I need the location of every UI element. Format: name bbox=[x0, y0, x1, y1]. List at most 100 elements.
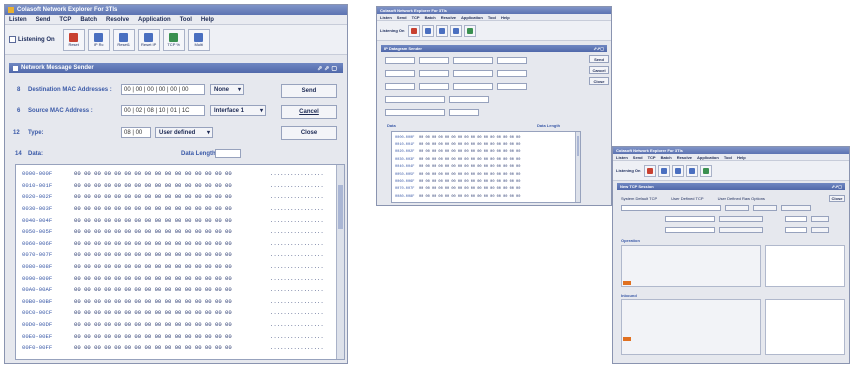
table-row[interactable]: 0060-006F 00 00 00 00 00 00 00 00 00 00 0… bbox=[395, 178, 580, 185]
menu-application[interactable]: Application bbox=[138, 17, 171, 23]
option-system-default[interactable]: System Default TCP bbox=[621, 196, 657, 201]
multi-tool-button[interactable]: Multi bbox=[187, 28, 210, 51]
menu-tcp[interactable]: TCP bbox=[59, 17, 71, 23]
listening-toggle-label[interactable]: Listening On bbox=[380, 28, 404, 33]
send-button[interactable]: Send bbox=[281, 84, 337, 98]
tcp-action-button[interactable] bbox=[725, 205, 749, 211]
reset1-tool-button[interactable]: Reset1 bbox=[112, 28, 135, 51]
table-row[interactable]: 0070-007F 00 00 00 00 00 00 00 00 00 00 0… bbox=[22, 249, 344, 261]
table-row[interactable]: 0050-005F 00 00 00 00 00 00 00 00 00 00 0… bbox=[22, 226, 344, 238]
ip-field[interactable] bbox=[385, 70, 415, 77]
table-row[interactable]: 00F0-00FF 00 00 00 00 00 00 00 00 00 00 0… bbox=[22, 342, 344, 354]
table-row[interactable]: 0050-005F 00 00 00 00 00 00 00 00 00 00 0… bbox=[395, 171, 580, 178]
menu-listen[interactable]: Listen bbox=[9, 17, 27, 23]
dest-mac-select[interactable]: None ▾ bbox=[210, 84, 244, 95]
option-raw-options[interactable]: User Defined Raw Options bbox=[718, 196, 765, 201]
tcp-tool-button[interactable] bbox=[464, 24, 477, 37]
type-select[interactable]: User defined ▾ bbox=[155, 127, 213, 138]
scrollbar-thumb[interactable] bbox=[577, 136, 579, 156]
menu-tool[interactable]: Tool bbox=[488, 15, 496, 20]
hex-data-grid[interactable]: 0000-000F 00 00 00 00 00 00 00 00 00 00 0… bbox=[391, 131, 581, 203]
table-row[interactable]: 0030-003F 00 00 00 00 00 00 00 00 00 00 0… bbox=[22, 203, 344, 215]
ip-field[interactable] bbox=[453, 57, 493, 64]
menu-batch[interactable]: Batch bbox=[661, 155, 672, 160]
port-field[interactable] bbox=[785, 216, 807, 222]
ip-field[interactable] bbox=[449, 96, 489, 103]
ip-field[interactable] bbox=[385, 96, 445, 103]
option-user-defined[interactable]: User Defined TCP bbox=[671, 196, 703, 201]
src-interface-select[interactable]: Interface 1 ▾ bbox=[210, 105, 266, 116]
table-row[interactable]: 0070-007F 00 00 00 00 00 00 00 00 00 00 0… bbox=[395, 186, 580, 193]
ip-field[interactable] bbox=[385, 109, 445, 116]
menu-tcp[interactable]: TCP bbox=[648, 155, 656, 160]
menu-send[interactable]: Send bbox=[633, 155, 643, 160]
monitor-tool-button[interactable] bbox=[450, 24, 463, 37]
port-select[interactable] bbox=[811, 227, 829, 233]
table-row[interactable]: 0000-000F 00 00 00 00 00 00 00 00 00 00 0… bbox=[395, 134, 580, 141]
monitor-tool-button[interactable] bbox=[686, 164, 699, 177]
menu-batch[interactable]: Batch bbox=[80, 17, 97, 23]
menu-resolve[interactable]: Resolve bbox=[677, 155, 692, 160]
src-mac-input[interactable]: 00 | 02 | 08 | 10 | 01 | 1C bbox=[121, 105, 205, 116]
address-select[interactable] bbox=[719, 216, 763, 222]
reset-tool-button[interactable] bbox=[644, 164, 657, 177]
menu-resolve[interactable]: Resolve bbox=[106, 17, 129, 23]
address-select[interactable] bbox=[719, 227, 763, 233]
table-row[interactable]: 00B0-00BF 00 00 00 00 00 00 00 00 00 00 0… bbox=[22, 296, 344, 308]
send-button[interactable]: Send bbox=[589, 55, 609, 63]
data-length-input[interactable] bbox=[215, 149, 241, 158]
menu-help[interactable]: Help bbox=[501, 15, 510, 20]
table-row[interactable]: 00E0-00EF 00 00 00 00 00 00 00 00 00 00 0… bbox=[22, 330, 344, 342]
type-input[interactable]: 08 | 00 bbox=[121, 127, 151, 138]
ip-tool-button[interactable] bbox=[422, 24, 435, 37]
cancel-button[interactable]: Cancel bbox=[281, 105, 337, 119]
table-row[interactable]: 00D0-00DF 00 00 00 00 00 00 00 00 00 00 0… bbox=[22, 319, 344, 331]
menu-tcp[interactable]: TCP bbox=[412, 15, 420, 20]
close-button[interactable]: Close bbox=[589, 77, 609, 85]
ip-field[interactable] bbox=[453, 70, 493, 77]
vertical-scrollbar[interactable] bbox=[575, 132, 580, 202]
listening-checkbox[interactable] bbox=[9, 36, 16, 43]
ip-field[interactable] bbox=[449, 109, 479, 116]
close-button[interactable]: Close bbox=[281, 126, 337, 140]
port-field[interactable] bbox=[785, 227, 807, 233]
window-title-bar[interactable]: Colasoft Network Explorer For 3Tls bbox=[377, 7, 611, 14]
menu-resolve[interactable]: Resolve bbox=[441, 15, 456, 20]
ip-field[interactable] bbox=[497, 57, 527, 64]
close-button[interactable]: Close bbox=[829, 194, 845, 202]
panel-window-controls[interactable]: ⇗⇗▢ bbox=[594, 46, 604, 51]
tcp-tool-button[interactable] bbox=[700, 164, 713, 177]
table-row[interactable]: 0040-004F 00 00 00 00 00 00 00 00 00 00 0… bbox=[395, 164, 580, 171]
window-title-bar[interactable]: Colasoft Network Explorer For 3Tls bbox=[613, 147, 849, 154]
ip-field[interactable] bbox=[419, 83, 449, 90]
listening-toggle-label[interactable]: Listening On bbox=[616, 168, 640, 173]
menu-send[interactable]: Send bbox=[36, 17, 51, 23]
tcp-tool-button[interactable]: TCP % bbox=[162, 28, 185, 51]
table-row[interactable]: 00C0-00CF 00 00 00 00 00 00 00 00 00 00 0… bbox=[22, 307, 344, 319]
address-field[interactable] bbox=[665, 227, 715, 233]
menu-application[interactable]: Application bbox=[461, 15, 483, 20]
hex-data-grid[interactable]: 0000-000F 00 00 00 00 00 00 00 00 00 00 0… bbox=[15, 164, 345, 360]
ip-rc-tool-button[interactable]: IP Rc bbox=[87, 28, 110, 51]
ip-field[interactable] bbox=[497, 83, 527, 90]
table-row[interactable]: 0080-008F 00 00 00 00 00 00 00 00 00 00 0… bbox=[22, 261, 344, 273]
window-title-bar[interactable]: Colasoft Network Explorer For 3Tls bbox=[5, 5, 347, 15]
network-tool-button[interactable] bbox=[436, 24, 449, 37]
menu-tool[interactable]: Tool bbox=[180, 17, 192, 23]
table-row[interactable]: 0010-001F 00 00 00 00 00 00 00 00 00 00 0… bbox=[22, 180, 344, 192]
panel-window-controls[interactable]: ⇗⇗▢ bbox=[317, 65, 339, 72]
menu-batch[interactable]: Batch bbox=[425, 15, 436, 20]
menu-help[interactable]: Help bbox=[737, 155, 746, 160]
vertical-scrollbar[interactable] bbox=[336, 165, 344, 359]
ip-tool-button[interactable] bbox=[658, 164, 671, 177]
network-tool-button[interactable] bbox=[672, 164, 685, 177]
ip-field[interactable] bbox=[419, 57, 449, 64]
scrollbar-thumb[interactable] bbox=[338, 185, 343, 229]
menu-tool[interactable]: Tool bbox=[724, 155, 732, 160]
menu-listen[interactable]: Listen bbox=[616, 155, 628, 160]
dest-mac-input[interactable]: 00 | 00 | 00 | 00 | 00 | 00 bbox=[121, 84, 205, 95]
menu-application[interactable]: Application bbox=[697, 155, 719, 160]
ip-field[interactable] bbox=[385, 57, 415, 64]
reset-tool-button[interactable]: Reset bbox=[62, 28, 85, 51]
table-row[interactable]: 0040-004F 00 00 00 00 00 00 00 00 00 00 0… bbox=[22, 214, 344, 226]
